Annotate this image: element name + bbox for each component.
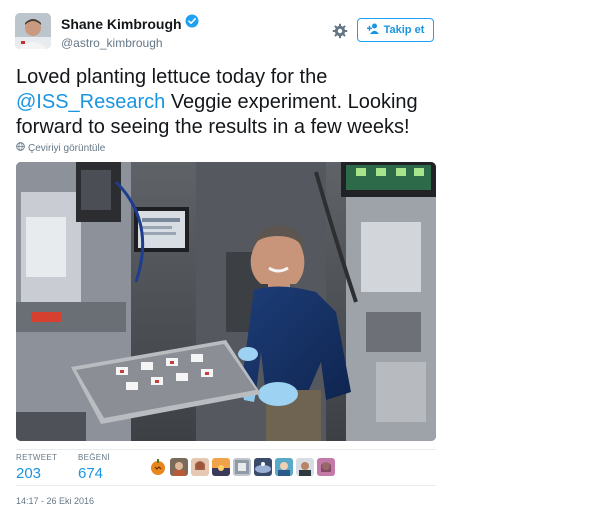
liker-avatar[interactable] — [149, 458, 167, 476]
retweet-count: 203 — [16, 465, 42, 482]
like-label: BEĞENİ — [78, 453, 111, 462]
liker-avatars — [149, 458, 335, 476]
retweet-stat[interactable]: RETWEET 203 — [16, 453, 57, 482]
author-avatar[interactable] — [15, 13, 51, 49]
retweet-label: RETWEET — [16, 453, 58, 462]
liker-avatar[interactable] — [296, 458, 314, 476]
author-name[interactable]: Shane Kimbrough — [61, 16, 182, 32]
tweet-photo[interactable] — [16, 162, 436, 441]
verified-badge-icon — [185, 14, 199, 33]
liker-avatar[interactable] — [170, 458, 188, 476]
liker-avatar[interactable] — [191, 458, 209, 476]
stats-divider-bottom — [16, 485, 436, 486]
like-stat[interactable]: BEĞENİ 674 — [78, 453, 110, 482]
tweet-timestamp[interactable]: 14:17 - 26 Eki 2016 — [16, 496, 94, 506]
add-user-icon — [366, 23, 380, 37]
mention-link[interactable]: @ISS_Research — [16, 91, 165, 113]
liker-avatar[interactable] — [275, 458, 293, 476]
liker-avatar[interactable] — [254, 458, 272, 476]
follow-button[interactable]: Takip et — [357, 18, 434, 42]
liker-avatar[interactable] — [212, 458, 230, 476]
author-block: Shane Kimbrough @astro_kimbrough — [61, 14, 199, 50]
globe-icon — [16, 142, 25, 154]
stats-divider-top — [16, 449, 436, 450]
translate-link[interactable]: Çeviriyi görüntüle — [16, 142, 105, 154]
tweet-text-part1: Loved planting lettuce today for the — [16, 66, 328, 88]
tweet-text: Loved planting lettuce today for the @IS… — [16, 65, 436, 140]
author-handle[interactable]: @astro_kimbrough — [61, 36, 199, 50]
follow-button-label: Takip et — [383, 24, 425, 36]
like-count: 674 — [78, 465, 104, 482]
liker-avatar[interactable] — [233, 458, 251, 476]
gear-icon[interactable] — [332, 23, 348, 39]
liker-avatar[interactable] — [317, 458, 335, 476]
translate-label: Çeviriyi görüntüle — [28, 142, 106, 154]
